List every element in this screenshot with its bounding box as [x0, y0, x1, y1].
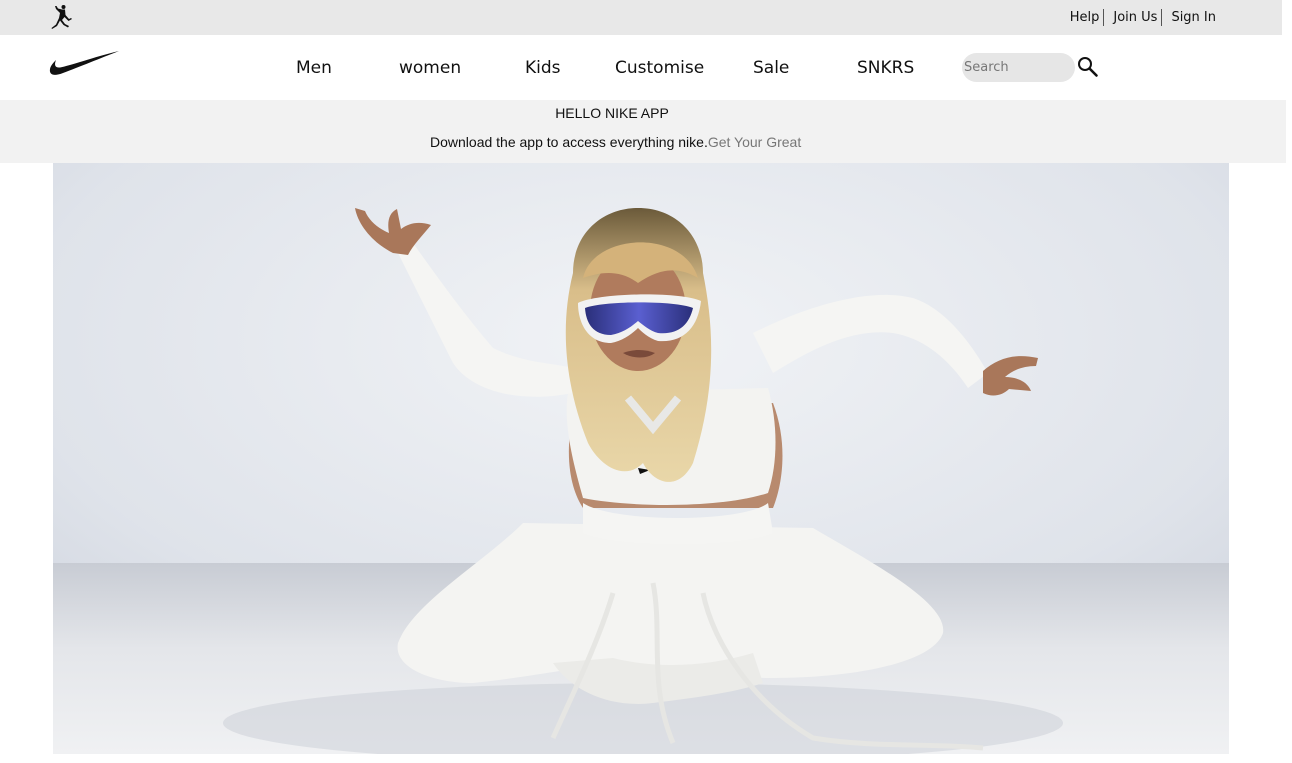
utility-bar: Help Join Us Sign In [0, 0, 1282, 35]
hero-banner[interactable] [53, 163, 1229, 754]
utility-links: Help Join Us Sign In [1070, 9, 1216, 26]
join-us-link[interactable]: Join Us [1113, 10, 1157, 25]
promo-text: Download the app to access everything ni… [430, 134, 708, 150]
nike-swoosh-icon[interactable] [49, 49, 119, 77]
search-input[interactable] [962, 53, 1075, 82]
magnifier-icon[interactable] [1077, 56, 1099, 78]
promo-text-row: Download the app to access everything ni… [430, 134, 801, 150]
nav-item-customise[interactable]: Customise [615, 58, 704, 78]
nav-item-sale[interactable]: Sale [753, 58, 789, 78]
hero-photo [53, 163, 1229, 754]
main-nav: Men women Kids Customise Sale SNKRS [0, 35, 1292, 100]
promo-link[interactable]: Get Your Great [708, 134, 801, 150]
nav-item-kids[interactable]: Kids [525, 58, 561, 78]
divider [1103, 9, 1105, 26]
nav-item-women[interactable]: women [399, 58, 461, 78]
sign-in-link[interactable]: Sign In [1171, 10, 1216, 25]
jordan-jumpman-icon[interactable] [49, 3, 77, 31]
nav-item-men[interactable]: Men [296, 58, 332, 78]
help-link[interactable]: Help [1070, 10, 1100, 25]
divider [1161, 9, 1163, 26]
nav-item-snkrs[interactable]: SNKRS [857, 58, 914, 78]
promo-title: HELLO NIKE APP [555, 105, 669, 121]
promo-banner: HELLO NIKE APP Download the app to acces… [0, 100, 1286, 163]
